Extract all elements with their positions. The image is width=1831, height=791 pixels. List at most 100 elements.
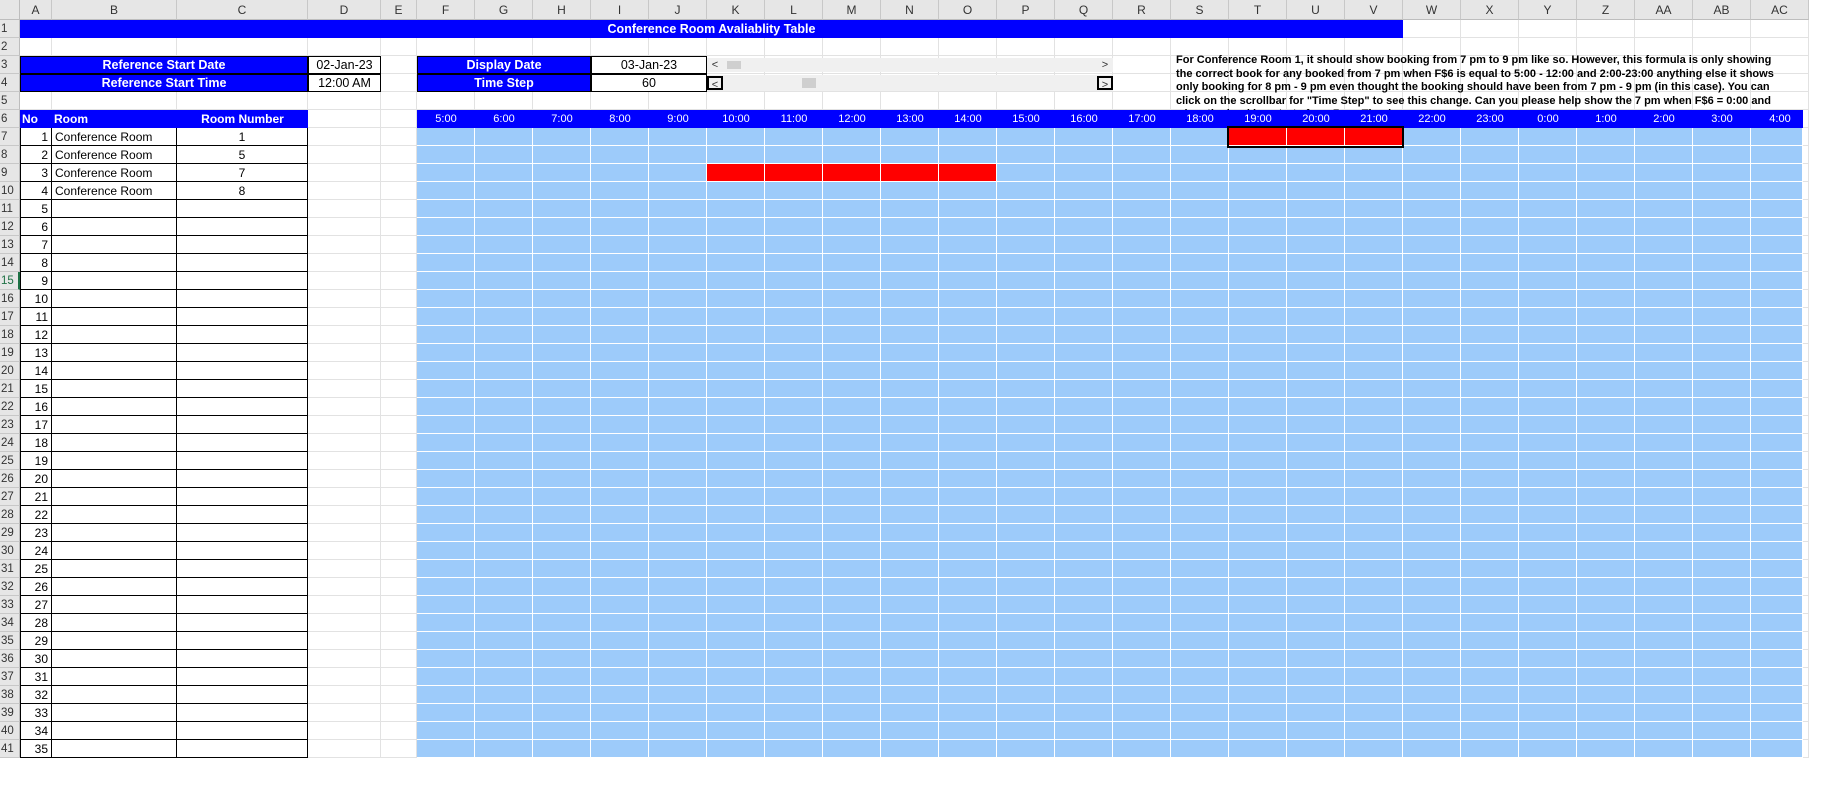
column-header[interactable]: T (1229, 0, 1287, 20)
availability-slot[interactable] (1461, 380, 1519, 398)
availability-slot[interactable] (1519, 344, 1577, 362)
availability-slot[interactable] (1229, 506, 1287, 524)
availability-slot[interactable] (997, 668, 1055, 686)
availability-slot[interactable] (1345, 182, 1403, 200)
table-cell-room[interactable] (52, 470, 177, 488)
availability-slot[interactable] (649, 542, 707, 560)
availability-slot[interactable] (475, 416, 533, 434)
column-header[interactable]: P (997, 0, 1055, 20)
availability-slot[interactable] (1403, 704, 1461, 722)
availability-slot[interactable] (1577, 452, 1635, 470)
availability-slot[interactable] (765, 380, 823, 398)
availability-slot[interactable] (1403, 272, 1461, 290)
availability-slot[interactable] (765, 596, 823, 614)
availability-slot[interactable] (1751, 524, 1803, 542)
table-cell-room-number[interactable]: 1 (177, 128, 308, 146)
availability-slot[interactable] (881, 704, 939, 722)
column-header[interactable]: AB (1693, 0, 1751, 20)
availability-slot[interactable] (533, 596, 591, 614)
availability-slot[interactable] (417, 308, 475, 326)
table-cell-no[interactable]: 8 (20, 254, 52, 272)
time-step-value[interactable]: 60 (591, 74, 707, 92)
availability-slot[interactable] (1287, 344, 1345, 362)
availability-slot[interactable] (1519, 488, 1577, 506)
table-cell-room[interactable] (52, 236, 177, 254)
availability-slot[interactable] (1693, 236, 1751, 254)
availability-slot[interactable] (591, 686, 649, 704)
availability-slot[interactable] (533, 704, 591, 722)
availability-slot[interactable] (1751, 362, 1803, 380)
availability-slot[interactable] (1055, 290, 1113, 308)
availability-slot[interactable] (1577, 650, 1635, 668)
availability-slot[interactable] (1287, 218, 1345, 236)
availability-slot[interactable] (997, 416, 1055, 434)
row-header[interactable]: 19 (0, 344, 20, 362)
availability-slot[interactable] (533, 326, 591, 344)
availability-slot[interactable] (1519, 218, 1577, 236)
availability-slot[interactable] (1229, 218, 1287, 236)
column-header[interactable]: J (649, 0, 707, 20)
column-header[interactable]: D (308, 0, 381, 20)
table-cell-no[interactable]: 1 (20, 128, 52, 146)
availability-slot[interactable] (533, 470, 591, 488)
availability-slot[interactable] (533, 578, 591, 596)
availability-slot[interactable] (417, 182, 475, 200)
availability-slot[interactable] (997, 218, 1055, 236)
availability-slot[interactable] (1229, 686, 1287, 704)
row-header[interactable]: 25 (0, 452, 20, 470)
availability-slot[interactable] (1345, 452, 1403, 470)
availability-slot[interactable] (1403, 218, 1461, 236)
availability-slot[interactable] (707, 326, 765, 344)
availability-slot[interactable] (417, 344, 475, 362)
availability-slot[interactable] (1635, 578, 1693, 596)
availability-slot[interactable] (1577, 488, 1635, 506)
availability-slot[interactable] (1055, 596, 1113, 614)
availability-slot[interactable] (765, 128, 823, 146)
availability-slot[interactable] (1345, 434, 1403, 452)
availability-slot[interactable] (1171, 722, 1229, 740)
availability-slot[interactable] (997, 470, 1055, 488)
table-cell-room[interactable] (52, 416, 177, 434)
availability-slot[interactable] (475, 398, 533, 416)
availability-slot[interactable] (1693, 506, 1751, 524)
availability-slot[interactable] (1287, 632, 1345, 650)
column-header[interactable]: AC (1751, 0, 1809, 20)
availability-slot[interactable] (881, 524, 939, 542)
availability-slot[interactable] (1113, 218, 1171, 236)
availability-slot[interactable] (1345, 650, 1403, 668)
availability-slot[interactable] (1577, 506, 1635, 524)
availability-slot[interactable] (1345, 380, 1403, 398)
availability-slot[interactable] (1751, 128, 1803, 146)
table-cell-room-number[interactable] (177, 452, 308, 470)
availability-slot[interactable] (1113, 686, 1171, 704)
time-step-scrollbar-left-arrow-icon[interactable]: < (707, 76, 723, 91)
availability-slot[interactable] (1693, 344, 1751, 362)
availability-slot[interactable] (1345, 146, 1403, 164)
availability-slot[interactable] (1287, 722, 1345, 740)
availability-slot[interactable] (1751, 200, 1803, 218)
availability-slot[interactable] (591, 128, 649, 146)
availability-slot[interactable] (475, 668, 533, 686)
availability-slot[interactable] (1693, 398, 1751, 416)
availability-slot[interactable] (707, 236, 765, 254)
availability-slot[interactable] (1519, 272, 1577, 290)
availability-slot[interactable] (881, 596, 939, 614)
availability-slot[interactable] (417, 236, 475, 254)
availability-slot[interactable] (997, 560, 1055, 578)
availability-slot[interactable] (707, 614, 765, 632)
availability-slot[interactable] (1635, 506, 1693, 524)
row-header[interactable]: 28 (0, 506, 20, 524)
availability-slot[interactable] (707, 200, 765, 218)
availability-slot[interactable] (1577, 740, 1635, 758)
column-header[interactable]: H (533, 0, 591, 20)
availability-slot[interactable] (823, 686, 881, 704)
availability-slot[interactable] (1693, 596, 1751, 614)
availability-slot[interactable] (1403, 416, 1461, 434)
availability-slot[interactable] (1751, 452, 1803, 470)
availability-slot[interactable] (707, 650, 765, 668)
availability-slot[interactable] (1577, 704, 1635, 722)
row-header[interactable]: 22 (0, 398, 20, 416)
availability-slot[interactable] (823, 506, 881, 524)
availability-slot[interactable] (1055, 668, 1113, 686)
availability-slot[interactable] (765, 236, 823, 254)
